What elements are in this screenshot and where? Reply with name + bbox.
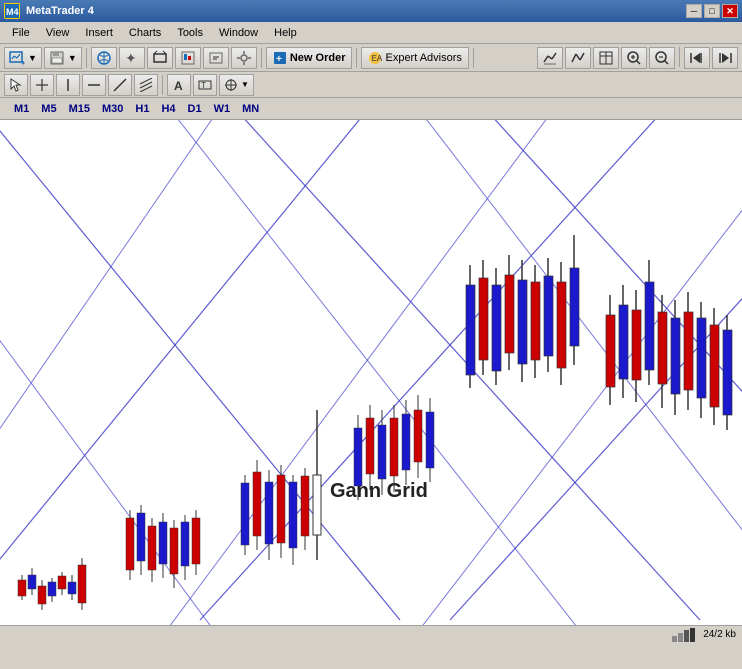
menu-charts[interactable]: Charts — [121, 25, 169, 41]
svg-text:EA: EA — [372, 54, 383, 63]
app-icon: M4 — [4, 3, 20, 19]
toolbar-separator-5 — [679, 47, 680, 67]
tf-m5[interactable]: M5 — [35, 101, 62, 117]
svg-text:M4: M4 — [6, 7, 19, 17]
title-bar: M4 MetaTrader 4 ─ □ ✕ — [0, 0, 742, 22]
title-text: MetaTrader 4 — [26, 5, 94, 17]
zoom-out-button[interactable] — [649, 47, 675, 69]
svg-text:✦: ✦ — [125, 50, 137, 66]
status-right: 24/2 kb — [672, 628, 736, 642]
vertical-line-tool[interactable] — [56, 74, 80, 96]
save-button[interactable]: ▼ — [44, 47, 82, 69]
minimize-button[interactable]: ─ — [686, 4, 702, 18]
crosshair-tool[interactable] — [30, 74, 54, 96]
status-bar: 24/2 kb — [0, 625, 742, 643]
equidistant-channel-tool[interactable] — [134, 74, 158, 96]
tf-mn[interactable]: MN — [236, 101, 265, 117]
tf-h4[interactable]: H4 — [155, 101, 181, 117]
status-signal-icon — [672, 628, 695, 642]
toolbar-separator-4 — [473, 48, 474, 68]
close-button[interactable]: ✕ — [722, 4, 738, 18]
svg-text:A: A — [174, 79, 183, 92]
move-button[interactable]: ✦ — [119, 47, 145, 69]
title-controls: ─ □ ✕ — [686, 4, 738, 18]
menu-bar: File View Insert Charts Tools Window Hel… — [0, 22, 742, 44]
menu-view[interactable]: View — [38, 25, 78, 41]
zoom-in-button[interactable] — [621, 47, 647, 69]
menu-insert[interactable]: Insert — [77, 25, 121, 41]
horizontal-line-tool[interactable] — [82, 74, 106, 96]
menu-help[interactable]: Help — [266, 25, 305, 41]
cursor-tool[interactable] — [4, 74, 28, 96]
toolbar-separator-3 — [356, 48, 357, 68]
scroll-end-button[interactable] — [684, 47, 710, 69]
text-label-tool[interactable]: T — [193, 74, 217, 96]
history-button[interactable] — [175, 47, 201, 69]
svg-text:T: T — [201, 81, 206, 90]
expert-advisors-button[interactable]: EA Expert Advisors — [361, 47, 468, 69]
status-info: 24/2 kb — [703, 629, 736, 640]
tf-m1[interactable]: M1 — [8, 101, 35, 117]
autoscroll-button[interactable] — [712, 47, 738, 69]
toolbar2-drawing: A T ▼ — [0, 72, 742, 98]
candlestick-chart — [0, 120, 742, 625]
gann-grid-label: Gann Grid — [330, 480, 428, 503]
toolbar1: + ▼ ▼ ✦ — [0, 44, 742, 72]
new-chart-button[interactable]: + ▼ — [4, 47, 42, 69]
tf-m15[interactable]: M15 — [63, 101, 96, 117]
text-tool[interactable]: A — [167, 74, 191, 96]
toolbar2-sep — [162, 75, 163, 95]
svg-text:+: + — [276, 54, 282, 65]
properties-button[interactable] — [203, 47, 229, 69]
indicator-button[interactable] — [537, 47, 563, 69]
title-bar-left: M4 MetaTrader 4 — [4, 3, 94, 19]
new-order-button[interactable]: + New Order — [266, 47, 353, 69]
menu-file[interactable]: File — [4, 25, 38, 41]
settings-button[interactable] — [231, 47, 257, 69]
tf-d1[interactable]: D1 — [182, 101, 208, 117]
tf-m30[interactable]: M30 — [96, 101, 129, 117]
tf-w1[interactable]: W1 — [208, 101, 237, 117]
trendline-tool[interactable] — [108, 74, 132, 96]
toolbar-separator-2 — [261, 48, 262, 68]
menu-window[interactable]: Window — [211, 25, 266, 41]
period-sep-button[interactable] — [565, 47, 591, 69]
menu-tools[interactable]: Tools — [169, 25, 211, 41]
maximize-button[interactable]: □ — [704, 4, 720, 18]
timeframe-bar: M1 M5 M15 M30 H1 H4 D1 W1 MN — [0, 98, 742, 120]
fibonacci-tool[interactable]: ▼ — [219, 74, 254, 96]
chart-area[interactable]: Gann Grid — [0, 120, 742, 625]
tf-h1[interactable]: H1 — [129, 101, 155, 117]
toolbar-separator — [86, 48, 87, 68]
template-button[interactable] — [593, 47, 619, 69]
zoom-select-button[interactable] — [147, 47, 173, 69]
connect-button[interactable] — [91, 47, 117, 69]
svg-text:+: + — [21, 61, 25, 66]
